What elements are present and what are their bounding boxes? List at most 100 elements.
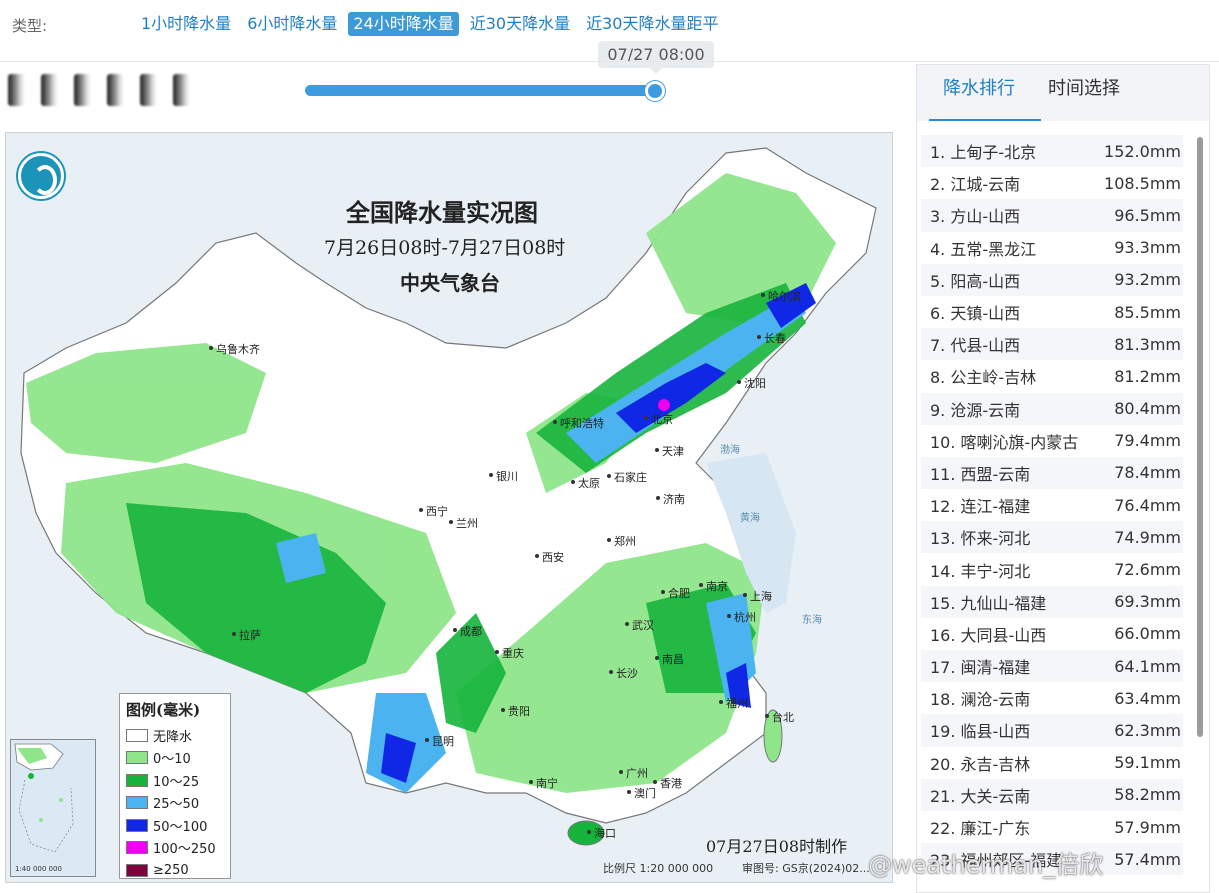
legend-item: 25～50 xyxy=(126,792,224,815)
rain-100-250 xyxy=(658,399,670,411)
precipitation-value: 96.5mm xyxy=(1114,205,1181,225)
city-label: 澳门 xyxy=(627,787,656,800)
precipitation-value: 78.4mm xyxy=(1114,463,1181,483)
time-slider-track[interactable] xyxy=(305,85,657,96)
legend-item: 0～10 xyxy=(126,747,224,770)
precipitation-value: 152.0mm xyxy=(1104,141,1181,161)
precipitation-value: 76.4mm xyxy=(1114,495,1181,515)
time-tooltip: 07/27 08:00 xyxy=(598,41,714,74)
legend-swatch xyxy=(126,728,148,742)
tab-24h-precipitation[interactable]: 24小时降水量 xyxy=(348,12,459,36)
legend-item: 50～100 xyxy=(126,814,224,837)
station-name: 8. 公主岭-吉林 xyxy=(930,368,1037,388)
precipitation-value: 57.9mm xyxy=(1114,817,1181,837)
frame-thumb-icon[interactable] xyxy=(41,74,58,106)
legend-label: 0～10 xyxy=(153,752,191,768)
tab-1h-precipitation[interactable]: 1小时降水量 xyxy=(136,12,236,36)
city-label: 南宁 xyxy=(529,777,558,790)
playback-controls[interactable] xyxy=(8,72,213,108)
watermark: @weatherman_倍欣 xyxy=(868,851,1104,879)
station-name: 14. 丰宁-河北 xyxy=(930,561,1031,581)
legend-swatch xyxy=(126,773,148,787)
precipitation-value: 79.4mm xyxy=(1114,431,1181,451)
precipitation-map: 全国降水量实况图 7月26日08时-7月27日08时 中央气象台 乌鲁木齐 哈尔… xyxy=(5,132,893,883)
ranking-row: 17. 闽清-福建 64.1mm xyxy=(921,650,1183,683)
map-review-number: 审图号: GS京(2024)02... xyxy=(742,862,870,875)
frame-thumb-icon[interactable] xyxy=(8,74,25,106)
station-name: 6. 天镇-山西 xyxy=(930,304,1021,324)
tab-precipitation-ranking[interactable]: 降水排行 xyxy=(929,77,1041,121)
time-slider-handle[interactable] xyxy=(645,81,665,101)
frame-thumb-icon[interactable] xyxy=(173,74,190,106)
divider xyxy=(0,61,1219,62)
legend-label: 25～50 xyxy=(153,797,200,813)
legend-swatch xyxy=(126,796,148,810)
city-label: 香港 xyxy=(653,777,682,790)
sea-label: 黄海 xyxy=(740,513,760,524)
precipitation-value: 62.3mm xyxy=(1114,720,1181,740)
precipitation-value: 93.2mm xyxy=(1114,270,1181,290)
inset-scale: 1:40 000 000 xyxy=(15,865,62,873)
south-china-sea-inset: 1:40 000 000 xyxy=(10,739,96,877)
station-name: 18. 澜沧-云南 xyxy=(930,690,1031,710)
legend-item: 100～250 xyxy=(126,837,224,860)
tab-6h-precipitation[interactable]: 6小时降水量 xyxy=(242,12,342,36)
ranking-row: 10. 喀喇沁旗-内蒙古 79.4mm xyxy=(921,425,1183,457)
city-label: 杭州 xyxy=(727,611,756,624)
city-label: 长春 xyxy=(757,332,786,345)
city-label: 石家庄 xyxy=(607,471,647,484)
station-name: 17. 闽清-福建 xyxy=(930,658,1031,678)
ranking-row: 1. 上甸子-北京 152.0mm xyxy=(921,135,1183,168)
sea-label: 东海 xyxy=(802,615,822,626)
map-subtitle: 7月26日08时-7月27日08时 xyxy=(324,237,566,259)
legend-item: 无降水 xyxy=(126,724,224,747)
tab-30d-precipitation[interactable]: 近30天降水量 xyxy=(465,12,575,36)
made-at-text: 07月27日08时制作 xyxy=(706,837,848,856)
station-name: 12. 连江-福建 xyxy=(930,497,1031,517)
ranking-row: 6. 天镇-山西 85.5mm xyxy=(921,296,1183,328)
station-name: 15. 九仙山-福建 xyxy=(930,593,1047,613)
ranking-row: 5. 阳高-山西 93.2mm xyxy=(921,263,1183,296)
legend-title: 图例(毫米) xyxy=(126,701,201,719)
legend-label: 100～250 xyxy=(153,842,216,858)
ranking-row: 13. 怀来-河北 74.9mm xyxy=(921,521,1183,554)
ranking-row: 18. 澜沧-云南 63.4mm xyxy=(921,682,1183,714)
station-name: 3. 方山-山西 xyxy=(930,207,1021,227)
frame-thumb-icon[interactable] xyxy=(74,74,91,106)
precipitation-value: 69.3mm xyxy=(1114,592,1181,612)
sea-label: 渤海 xyxy=(720,445,740,456)
ranking-panel: 降水排行 时间选择 1. 上甸子-北京 152.0mm 2. 江城-云南 108.5m… xyxy=(916,64,1210,893)
type-tabs: 1小时降水量 6小时降水量 24小时降水量 近30天降水量 近30天降水量距平 xyxy=(136,12,724,36)
precipitation-value: 81.2mm xyxy=(1114,366,1181,386)
city-label: 西宁 xyxy=(419,505,448,518)
city-label: 沈阳 xyxy=(737,377,766,390)
ranking-row: 19. 临县-山西 62.3mm xyxy=(921,714,1183,747)
city-label: 上海 xyxy=(743,590,772,603)
precipitation-value: 93.3mm xyxy=(1114,238,1181,258)
ranking-scrollbar[interactable] xyxy=(1197,137,1203,737)
precipitation-value: 108.5mm xyxy=(1104,173,1181,193)
ranking-row: 16. 大同县-山西 66.0mm xyxy=(921,618,1183,650)
legend-item: 10～25 xyxy=(126,769,224,792)
station-name: 20. 永吉-吉林 xyxy=(930,754,1031,774)
city-label: 拉萨 xyxy=(232,629,261,642)
city-label: 贵阳 xyxy=(501,705,530,718)
precipitation-value: 72.6mm xyxy=(1114,560,1181,580)
ranking-row: 15. 九仙山-福建 69.3mm xyxy=(921,585,1183,618)
frame-thumb-icon[interactable] xyxy=(107,74,124,106)
ranking-row: 22. 廉江-广东 57.9mm xyxy=(921,811,1183,843)
station-name: 1. 上甸子-北京 xyxy=(930,143,1037,163)
city-label: 呼和浩特 xyxy=(553,417,604,430)
city-label: 南昌 xyxy=(655,653,684,666)
station-name: 13. 怀来-河北 xyxy=(930,529,1031,549)
city-label: 广州 xyxy=(619,767,648,780)
map-legend: 图例(毫米) 无降水 0～10 10～25 25～50 50～100 100～2… xyxy=(119,693,231,879)
city-label: 济南 xyxy=(656,493,685,506)
ranking-row: 9. 沧源-云南 80.4mm xyxy=(921,392,1183,425)
tab-time-selection[interactable]: 时间选择 xyxy=(1048,77,1120,101)
city-label: 北京 xyxy=(644,413,673,426)
tab-30d-precipitation-anomaly[interactable]: 近30天降水量距平 xyxy=(581,12,723,36)
city-label: 银川 xyxy=(489,470,518,483)
frame-thumb-icon[interactable] xyxy=(140,74,157,106)
precipitation-value: 64.1mm xyxy=(1114,656,1181,676)
